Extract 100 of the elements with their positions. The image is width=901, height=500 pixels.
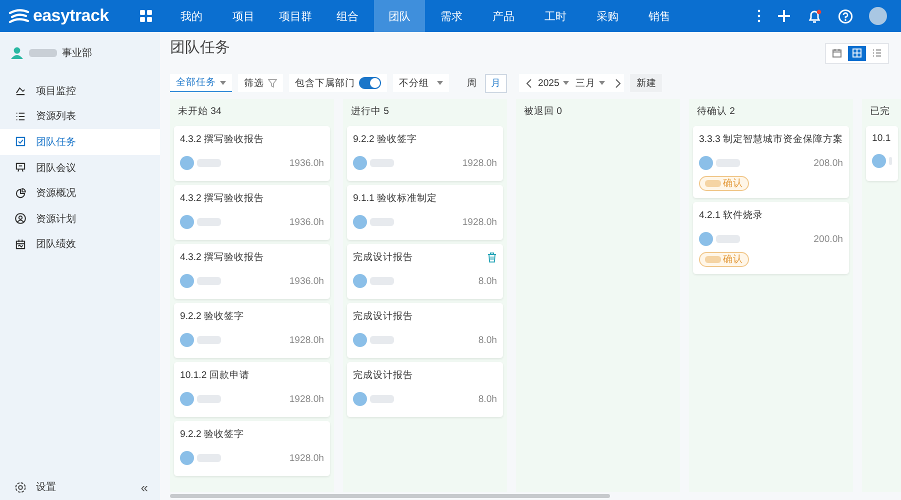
presentation-icon [14, 161, 27, 174]
avatar [353, 274, 367, 288]
column-title: 进行中 5 [350, 105, 390, 119]
task-card[interactable]: 4.3.2 撰写验收报告 1936.0h [174, 244, 330, 299]
task-card[interactable]: 9.2.2 验收签字 1928.0h [174, 303, 330, 358]
column-title: 待确认 2 [696, 105, 736, 119]
avatar [872, 154, 886, 168]
task-card[interactable]: 9.2.2 验收签字 1928.0h [174, 421, 330, 476]
task-hours: 1928.0h [289, 394, 324, 404]
filter-button[interactable]: 筛选 [238, 74, 283, 92]
nav-tab[interactable]: 组合 [322, 0, 373, 32]
sidebar-item[interactable]: 资源概况 [0, 180, 160, 206]
caret-icon [437, 81, 443, 85]
app-grid-icon[interactable] [140, 10, 152, 22]
caret-icon [563, 81, 570, 85]
task-title: 3.3.3 制定智慧城市资金保障方案 [699, 133, 843, 146]
calendar-icon [14, 238, 27, 251]
board-view-button[interactable] [848, 46, 866, 60]
avatar [699, 232, 713, 246]
task-title: 4.2.1 软件烧录 [699, 209, 764, 222]
help-icon[interactable] [838, 8, 853, 24]
nav-tab[interactable]: 我的 [166, 0, 217, 32]
avatar [353, 392, 367, 406]
include-subdepartments-label: 包含下属部门 [295, 76, 355, 90]
avatar [180, 274, 194, 288]
task-hours: 1936.0h [289, 276, 324, 286]
user-icon [10, 46, 24, 60]
task-hours: 1928.0h [289, 452, 324, 464]
task-title: 完成设计报告 [353, 251, 413, 264]
group-dropdown[interactable]: 不分组 [393, 74, 449, 92]
task-card[interactable]: 10.1 [866, 126, 898, 181]
column-title: 未开始 34 [177, 105, 222, 119]
task-title: 完成设计报告 [353, 310, 413, 323]
task-hours: 208.0h [814, 158, 843, 168]
collapse-button[interactable]: « [140, 480, 148, 494]
nav-tab[interactable]: 项目 [218, 0, 269, 32]
task-card[interactable]: 完成设计报告 8.0h [347, 244, 503, 299]
task-title: 9.2.2 验收签字 [353, 133, 418, 146]
bell-icon[interactable] [807, 8, 822, 24]
app-logo: easytrack [33, 6, 109, 26]
toggle-switch[interactable] [359, 77, 381, 89]
task-card[interactable]: 9.1.1 验收标准制定 1928.0h [347, 185, 503, 240]
task-hours: 1928.0h [462, 216, 497, 228]
task-card[interactable]: 9.2.2 验收签字 1928.0h [347, 126, 503, 181]
task-title: 9.2.2 验收签字 [180, 310, 244, 323]
avatar [180, 333, 194, 347]
task-card[interactable]: 10.1.2 回款申请 1928.0h [174, 362, 330, 417]
task-card[interactable]: 完成设计报告 8.0h [347, 362, 503, 417]
month-dropdown[interactable]: 三月 [575, 76, 606, 90]
task-card[interactable]: 4.3.2 撰写验收报告 1936.0h [174, 126, 330, 181]
sidebar-item[interactable]: 资源计划 [0, 206, 160, 232]
delete-icon[interactable] [487, 252, 497, 263]
settings-icon [14, 480, 27, 494]
sidebar-item[interactable]: 资源列表 [0, 104, 160, 130]
calendar-icon [831, 47, 843, 59]
avatar [353, 215, 367, 229]
add-icon[interactable] [777, 9, 791, 23]
more-icon[interactable] [757, 9, 761, 23]
task-card[interactable]: 完成设计报告 8.0h [347, 303, 503, 358]
previous-icon[interactable] [526, 78, 532, 88]
nav-tab[interactable]: 工时 [530, 0, 581, 32]
avatar [180, 156, 194, 170]
task-hours: 1936.0h [289, 158, 324, 168]
nav-tab[interactable]: 采购 [582, 0, 633, 32]
task-hours: 1928.0h [289, 334, 324, 346]
avatar [353, 156, 367, 170]
avatar [180, 215, 194, 229]
department-name: 事业部 [62, 46, 92, 60]
task-title: 10.1.2 回款申请 [180, 369, 250, 382]
nav-tab[interactable]: 项目群 [270, 0, 321, 32]
task-title: 完成设计报告 [353, 369, 413, 382]
sidebar-item[interactable]: 团队绩效 [0, 232, 160, 258]
task-card[interactable]: 4.3.2 撰写验收报告 1936.0h [174, 185, 330, 240]
user-avatar[interactable] [869, 7, 887, 25]
task-hours: 8.0h [478, 334, 497, 346]
period-tab[interactable]: 周 [461, 74, 483, 92]
new-button[interactable]: 新建 [630, 74, 662, 92]
task-hours: 1928.0h [462, 158, 497, 168]
nav-tab[interactable]: 需求 [426, 0, 477, 32]
settings-item[interactable]: 设置 [14, 480, 56, 494]
task-card[interactable]: 4.2.1 软件烧录 200.0h 确认 [693, 202, 849, 274]
nav-tab[interactable]: 销售 [634, 0, 685, 32]
sidebar-item[interactable]: 项目监控 [0, 78, 160, 104]
year-dropdown[interactable]: 2025 [538, 78, 570, 88]
avatar [180, 451, 194, 465]
avatar [699, 156, 713, 170]
task-hours: 1936.0h [289, 216, 324, 228]
horizontal-scrollbar[interactable] [170, 494, 610, 498]
checkbox-icon [14, 135, 27, 148]
sidebar-item[interactable]: 团队任务 [0, 129, 160, 155]
page-title: 团队任务 [170, 38, 230, 56]
task-title: 9.1.1 验收标准制定 [353, 192, 438, 205]
task-hours: 8.0h [478, 394, 497, 404]
task-title: 4.3.2 撰写验收报告 [180, 192, 264, 205]
task-scope-dropdown[interactable]: 全部任务 [170, 74, 232, 92]
task-card[interactable]: 3.3.3 制定智慧城市资金保障方案 208.0h 确认 [693, 126, 849, 198]
period-tab[interactable]: 月 [485, 74, 507, 92]
sidebar-item[interactable]: 团队会议 [0, 154, 160, 180]
nav-tab[interactable]: 产品 [478, 0, 529, 32]
next-icon[interactable] [615, 78, 622, 88]
